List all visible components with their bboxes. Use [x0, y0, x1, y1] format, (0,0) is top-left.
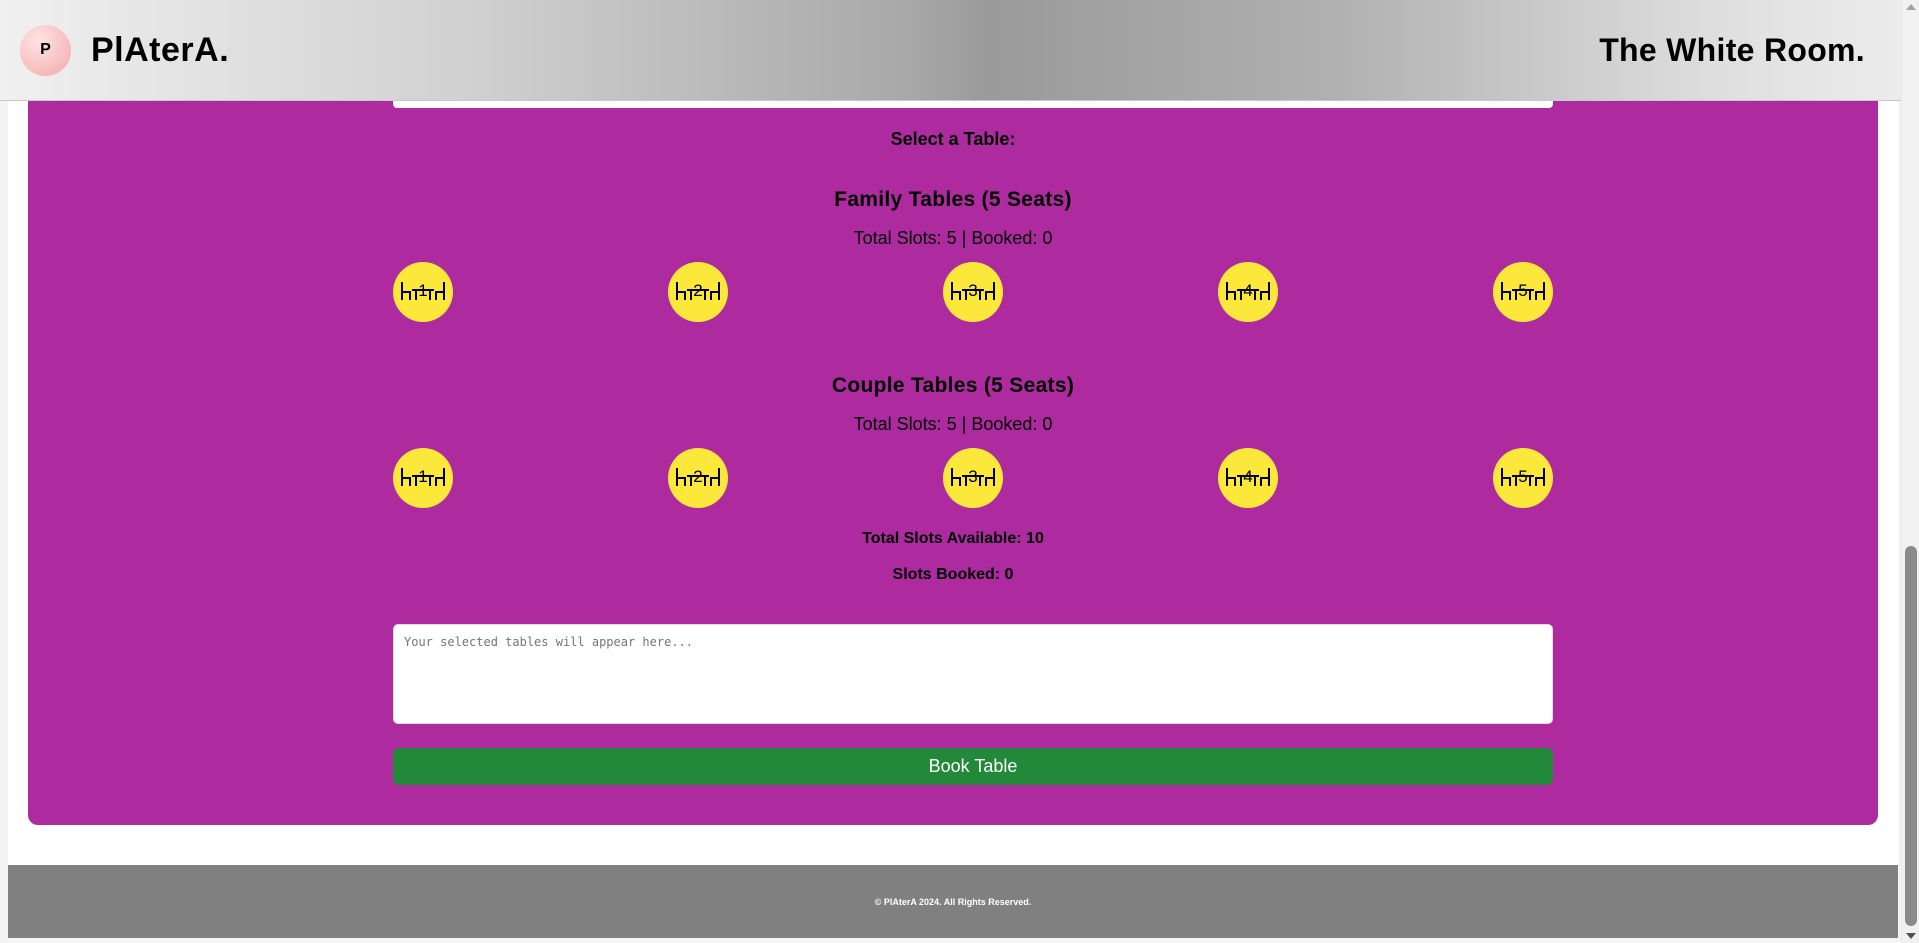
table-number: 4: [1243, 281, 1253, 300]
table-number: 1: [418, 467, 428, 486]
brand[interactable]: P PlAterA.: [20, 24, 230, 76]
family-table-1-button[interactable]: 1: [393, 262, 453, 322]
couple-tables-row: 1 2 3 4 5: [393, 448, 1553, 508]
family-table-2-button[interactable]: 2: [668, 262, 728, 322]
brand-name: PlAterA.: [91, 30, 230, 69]
site-footer: © PlAterA 2024. All Rights Reserved.: [8, 865, 1898, 938]
vertical-scrollbar[interactable]: [1901, 0, 1919, 943]
couple-tables-stats: Total Slots: 5 | Booked: 0: [853, 414, 1053, 434]
family-table-3-button[interactable]: 3: [943, 262, 1003, 322]
venue-title: The White Room.: [1599, 31, 1865, 68]
logo-avatar: P: [20, 24, 71, 76]
couple-tables-title: Couple Tables (5 Seats): [831, 374, 1075, 397]
table-number: 5: [1518, 281, 1528, 300]
top-input-field[interactable]: [393, 100, 1553, 108]
couple-table-5-button[interactable]: 5: [1493, 448, 1553, 508]
family-table-4-button[interactable]: 4: [1218, 262, 1278, 322]
scroll-thumb[interactable]: [1905, 546, 1917, 926]
footer-copyright: © PlAterA 2024. All Rights Reserved.: [874, 896, 1032, 907]
scroll-up-icon[interactable]: [1906, 4, 1916, 10]
couple-table-4-button[interactable]: 4: [1218, 448, 1278, 508]
table-number: 4: [1243, 467, 1253, 486]
select-table-label: Select a Table:: [890, 129, 1016, 149]
page-content: Select a Table: Family Tables (5 Seats) …: [8, 0, 1898, 865]
couple-table-2-button[interactable]: 2: [668, 448, 728, 508]
family-tables-row: 1 2 3 4 5: [393, 262, 1553, 322]
couple-table-1-button[interactable]: 1: [393, 448, 453, 508]
site-header: P PlAterA. The White Room.: [0, 0, 1901, 101]
couple-table-3-button[interactable]: 3: [943, 448, 1003, 508]
table-number: 5: [1518, 467, 1528, 486]
table-number: 2: [693, 281, 703, 300]
table-number: 1: [418, 281, 428, 300]
family-tables-stats: Total Slots: 5 | Booked: 0: [853, 228, 1053, 248]
total-slots-available: Total Slots Available: 10: [862, 530, 1044, 547]
table-number: 3: [968, 281, 978, 300]
book-table-button[interactable]: Book Table: [393, 748, 1553, 785]
slots-booked: Slots Booked: 0: [892, 566, 1014, 583]
table-number: 3: [968, 467, 978, 486]
table-number: 2: [693, 467, 703, 486]
scroll-down-icon[interactable]: [1906, 933, 1916, 939]
selected-tables-textarea[interactable]: [393, 624, 1553, 724]
booking-panel: Select a Table: Family Tables (5 Seats) …: [28, 60, 1878, 825]
family-table-5-button[interactable]: 5: [1493, 262, 1553, 322]
family-tables-title: Family Tables (5 Seats): [834, 188, 1072, 211]
